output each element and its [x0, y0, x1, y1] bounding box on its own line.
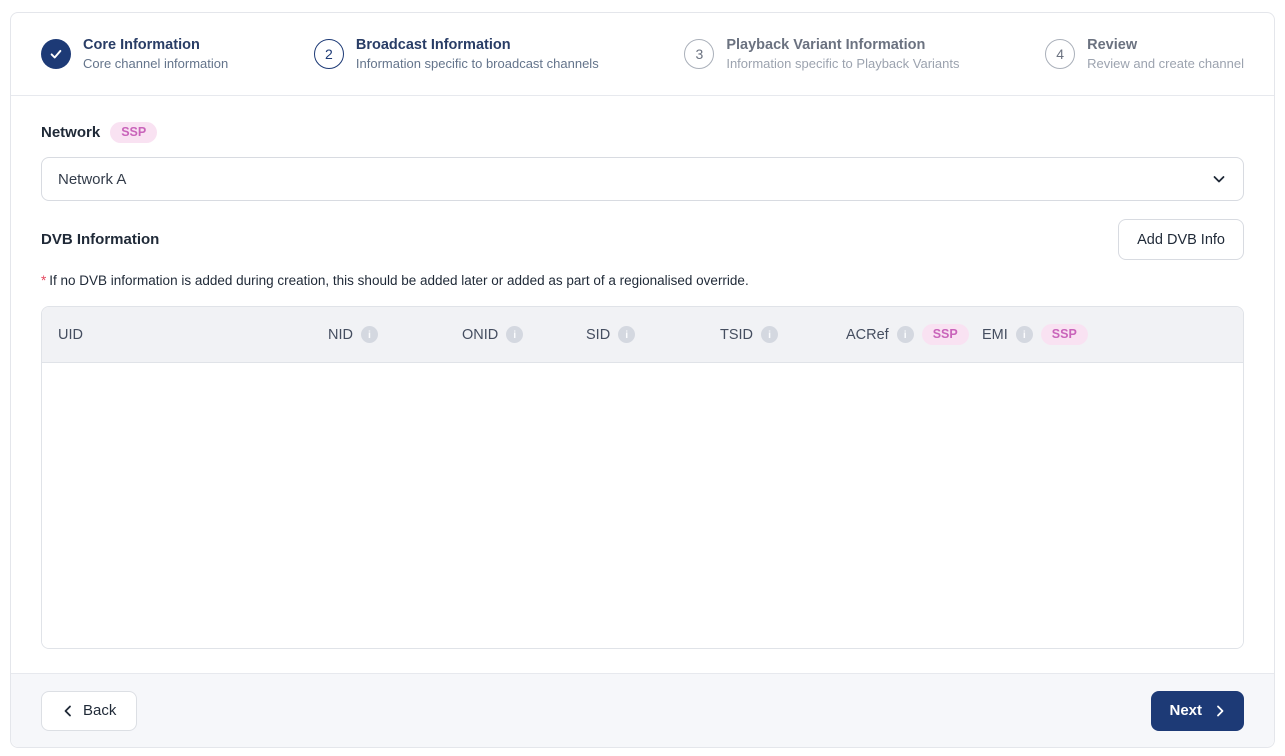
chevron-left-icon [64, 705, 71, 716]
dvb-table-empty-body [42, 363, 1243, 648]
dvb-required-note: * If no DVB information is added during c… [41, 273, 1244, 288]
step-subtitle: Information specific to Playback Variant… [726, 56, 960, 71]
column-header-uid: UID [58, 327, 328, 343]
network-field-label: Network [41, 124, 101, 141]
info-icon[interactable]: i [618, 326, 636, 343]
column-header-acref: ACRef i SSP [846, 324, 982, 345]
stepper-step-review[interactable]: 4 Review Review and create channel [1045, 36, 1244, 72]
back-button[interactable]: Back [41, 690, 138, 731]
note-text: If no DVB information is added during cr… [49, 273, 749, 288]
column-header-nid: NID i [328, 326, 462, 343]
step-subtitle: Review and create channel [1087, 56, 1244, 71]
stepper-step-core-information[interactable]: Core Information Core channel informatio… [41, 36, 228, 72]
step-subtitle: Core channel information [83, 56, 229, 71]
chevron-right-icon [1217, 705, 1224, 716]
network-ssp-badge: SSP [110, 122, 158, 143]
stepper-step-broadcast-information[interactable]: 2 Broadcast Information Information spec… [313, 36, 599, 72]
step-title: Core Information [83, 37, 200, 53]
dvb-info-table: UID NID i ONID i SID i TSID i ACRef i SS… [41, 306, 1244, 649]
info-icon[interactable]: i [1015, 326, 1033, 343]
step-number-badge: 4 [1045, 39, 1076, 69]
column-label: UID [58, 326, 83, 343]
acref-ssp-badge: SSP [921, 324, 969, 345]
column-header-sid: SID i [586, 326, 720, 343]
column-label: ACRef [846, 326, 889, 343]
network-select[interactable]: Network A [41, 157, 1244, 201]
info-icon[interactable]: i [506, 326, 524, 343]
required-asterisk: * [41, 273, 47, 288]
column-header-tsid: TSID i [720, 326, 846, 343]
broadcast-information-form: Network SSP Network A DVB Information Ad… [11, 96, 1274, 673]
next-button[interactable]: Next [1151, 690, 1244, 731]
step-number-badge: 2 [313, 39, 344, 69]
column-label: TSID [720, 326, 754, 343]
column-label: SID [586, 326, 611, 343]
column-label: EMI [982, 326, 1008, 343]
step-title: Review [1087, 37, 1138, 53]
step-subtitle: Information specific to broadcast channe… [355, 56, 599, 71]
info-icon[interactable]: i [896, 326, 914, 343]
emi-ssp-badge: SSP [1040, 324, 1088, 345]
back-button-label: Back [83, 702, 117, 719]
step-complete-check-icon [41, 39, 71, 69]
dvb-information-heading: DVB Information [41, 231, 160, 248]
info-icon[interactable]: i [761, 326, 779, 343]
step-title: Broadcast Information [355, 37, 511, 53]
add-dvb-info-button[interactable]: Add DVB Info [1118, 219, 1244, 260]
column-header-onid: ONID i [462, 326, 586, 343]
dvb-table-header-row: UID NID i ONID i SID i TSID i ACRef i SS… [42, 307, 1243, 363]
column-label: NID [328, 326, 353, 343]
chevron-down-icon [1213, 176, 1225, 183]
wizard-stepper: Core Information Core channel informatio… [11, 13, 1274, 96]
column-label: ONID [462, 326, 499, 343]
stepper-step-playback-variant-information[interactable]: 3 Playback Variant Information Informati… [684, 36, 960, 72]
network-selected-value: Network A [58, 170, 127, 188]
next-button-label: Next [1169, 702, 1202, 719]
column-header-emi: EMI i SSP [982, 324, 1243, 345]
wizard-footer: Back Next [11, 673, 1274, 747]
info-icon[interactable]: i [360, 326, 378, 343]
step-number-badge: 3 [684, 39, 715, 69]
create-channel-wizard-card: Core Information Core channel informatio… [10, 12, 1275, 748]
step-title: Playback Variant Information [726, 37, 926, 53]
